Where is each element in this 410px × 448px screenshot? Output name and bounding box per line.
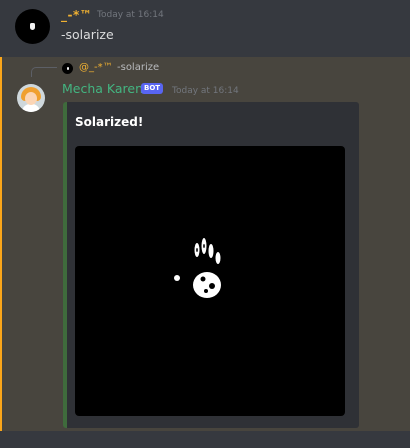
- bot-author[interactable]: Mecha Karen: [62, 81, 143, 96]
- message-timestamp: Today at 16:14: [97, 10, 164, 20]
- reply-author[interactable]: @_-*™: [79, 62, 113, 73]
- message-author[interactable]: _-*™: [61, 8, 92, 22]
- hand-icon: [30, 23, 35, 30]
- hand-icon: [66, 67, 69, 70]
- reply-preview-text[interactable]: -solarize: [117, 62, 159, 73]
- reply-avatar[interactable]: [62, 63, 73, 74]
- message-text: -solarize: [61, 27, 114, 42]
- handprint-icon: [174, 238, 221, 298]
- message-divider: [0, 431, 410, 448]
- embed-title: Solarized!: [75, 115, 144, 129]
- bot-message-timestamp: Today at 16:14: [172, 86, 239, 96]
- reply-connector: [31, 67, 57, 77]
- avatar-body: [22, 104, 40, 112]
- solarized-handprint-image[interactable]: [75, 146, 345, 416]
- bot-avatar[interactable]: [17, 84, 45, 112]
- user-avatar[interactable]: [15, 9, 50, 44]
- bot-badge: BOT: [141, 83, 164, 94]
- avatar-face: [25, 92, 37, 105]
